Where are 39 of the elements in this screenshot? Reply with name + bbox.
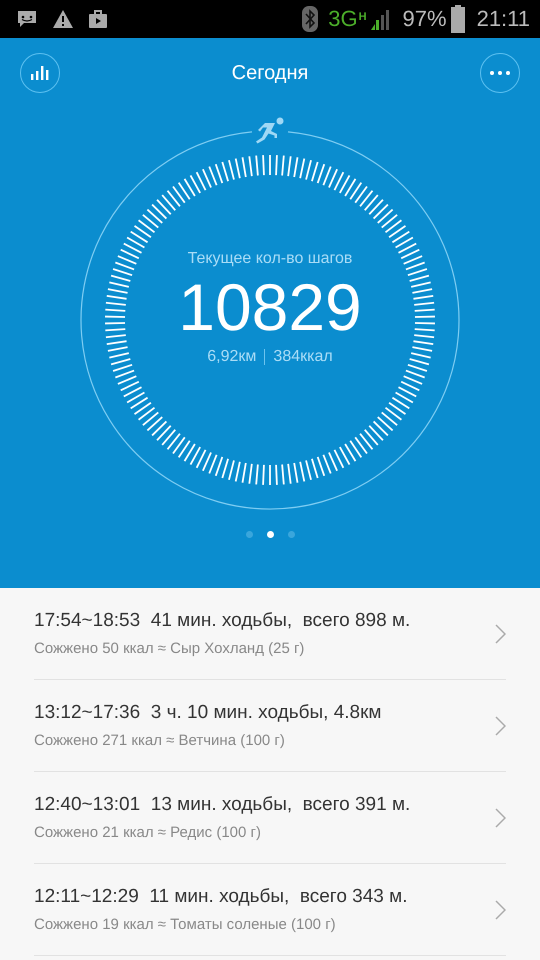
- distance: 6,92км: [207, 348, 256, 366]
- chevron-right-icon: [495, 716, 506, 736]
- activity-detail: Сожжено 19 ккал ≈ Томаты соленые (100 г): [34, 916, 337, 933]
- activity-row[interactable]: 12:40~13:01 13 мин. ходьбы, всего 391 м. Сожжено 21 ккал ≈ Редис (100 г): [34, 772, 506, 864]
- network-subtype: H: [358, 11, 367, 23]
- network-type: 3G: [328, 6, 358, 32]
- battery-percent: 97%: [402, 6, 447, 32]
- activity-title: 13:12~17:36 3 ч. 10 мин. ходьбы, 4.8км: [34, 702, 382, 724]
- screen-title: Сегодня: [232, 62, 308, 84]
- steps-label: Текущее кол-во шагов: [188, 250, 352, 268]
- step-count: 10829: [178, 274, 362, 340]
- chevron-right-icon: [495, 808, 506, 828]
- activity-detail: Сожжено 21 ккал ≈ Редис (100 г): [34, 824, 262, 841]
- calories: 384ккал: [273, 348, 333, 366]
- more-button[interactable]: [480, 53, 520, 93]
- battery-icon: [450, 5, 465, 33]
- activity-detail: Сожжено 271 ккал ≈ Ветчина (100 г): [34, 732, 286, 749]
- signal-icon: [370, 8, 391, 30]
- chevron-right-icon: [495, 624, 506, 644]
- activity-row[interactable]: 13:12~17:36 3 ч. 10 мин. ходьбы, 4.8км Сожжено 271 ккал ≈ Ветчина (100 г): [34, 680, 506, 772]
- warning-icon: [52, 9, 74, 29]
- bar-chart-icon: [31, 66, 49, 80]
- activity-detail: Сожжено 50 ккал ≈ Сыр Хохланд (25 г): [34, 640, 306, 657]
- activity-title: 12:11~12:29 11 мин. ходьбы, всего 343 м.: [34, 886, 408, 908]
- activity-row[interactable]: 17:54~18:53 41 мин. ходьбы, всего 898 м. Сожжено 50 ккал ≈ Сыр Хохланд (25 г): [34, 588, 506, 680]
- more-icon: [490, 71, 510, 75]
- message-icon: [16, 9, 38, 29]
- chevron-right-icon: [495, 900, 506, 920]
- runner-icon: [256, 118, 284, 144]
- stats-button[interactable]: [20, 53, 60, 93]
- shopping-bag-icon: [88, 9, 108, 29]
- activity-title: 17:54~18:53 41 мин. ходьбы, всего 898 м.: [34, 610, 410, 632]
- page-indicator-dot[interactable]: [246, 531, 252, 538]
- clock: 21:11: [476, 6, 530, 32]
- activity-title: 12:40~13:01 13 мин. ходьбы, всего 391 м.: [34, 794, 410, 816]
- bluetooth-icon: [302, 6, 318, 32]
- page-indicator-dot[interactable]: [266, 531, 274, 538]
- activity-row[interactable]: 12:11~12:29 11 мин. ходьбы, всего 343 м. Сожжено 19 ккал ≈ Томаты соленые (100 г): [34, 864, 506, 956]
- page-indicator-dot[interactable]: [288, 531, 294, 538]
